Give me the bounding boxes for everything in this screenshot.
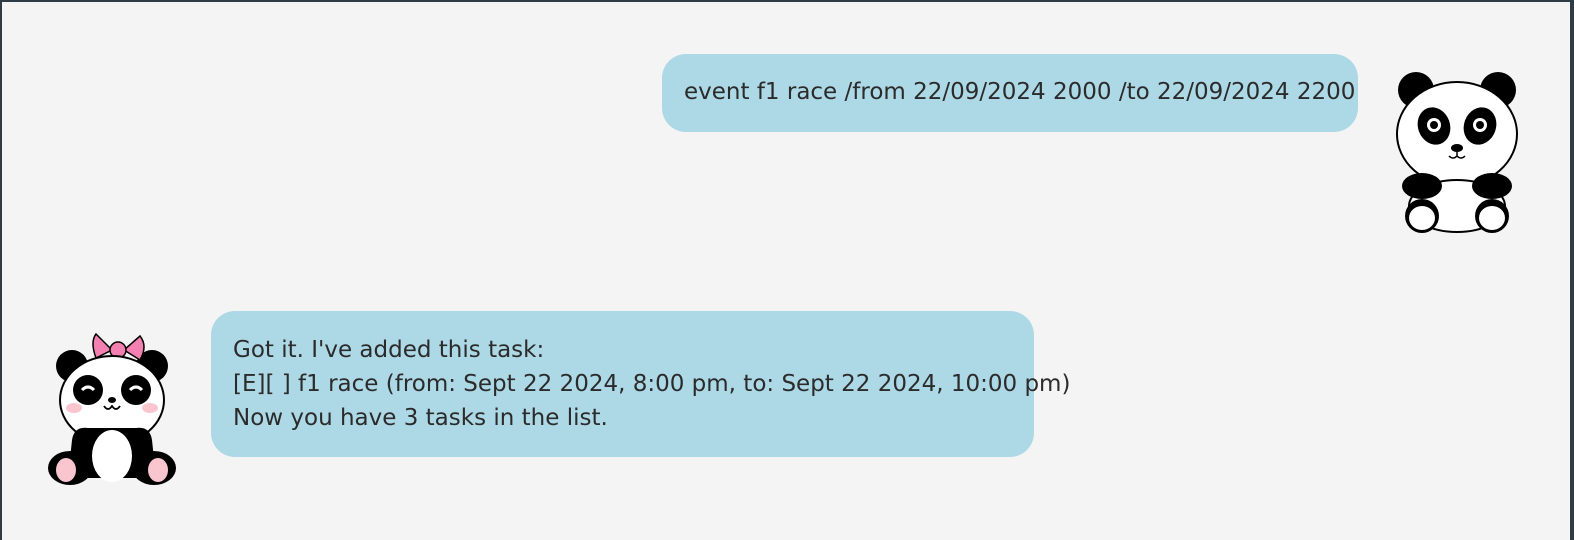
panda-avatar-icon	[1392, 68, 1522, 236]
user-message-bubble: event f1 race /from 22/09/2024 2000 /to …	[662, 54, 1358, 132]
bot-message-line: Now you have 3 tasks in the list.	[233, 405, 608, 431]
bot-message-bubble: Got it. I've added this task: [E][ ] f1 …	[211, 311, 1071, 457]
panda-with-bow-avatar-icon	[44, 328, 178, 492]
bot-message-line: [E][ ] f1 race (from: Sept 22 2024, 8:00…	[233, 371, 1071, 397]
bot-message-line: Got it. I've added this task:	[233, 337, 545, 363]
user-message-text: event f1 race /from 22/09/2024 2000 /to …	[684, 79, 1356, 105]
